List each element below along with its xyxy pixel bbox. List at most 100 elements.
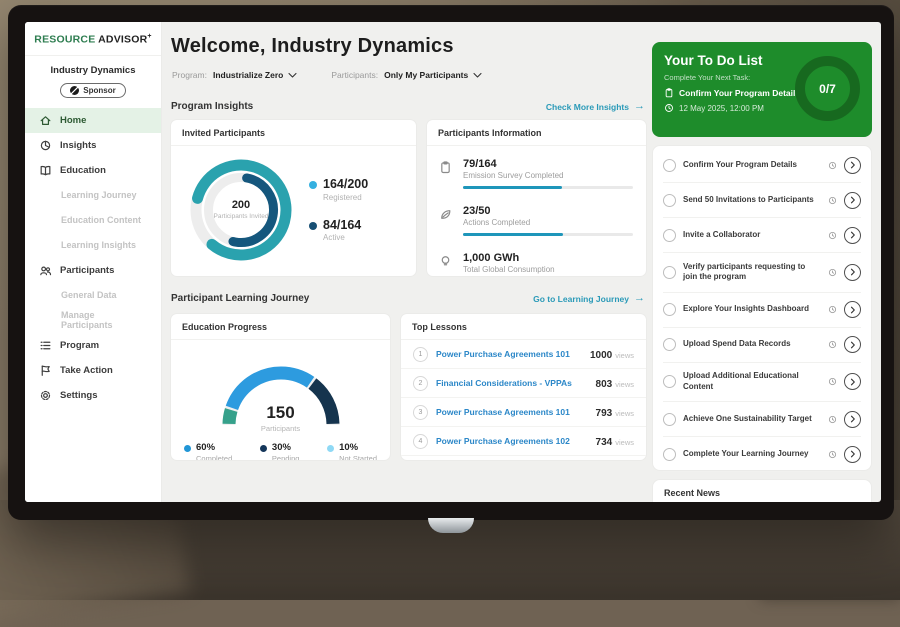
chevron-right-button[interactable]: [844, 336, 861, 353]
task-checkbox[interactable]: [663, 303, 676, 316]
todo-progress-value: 0/7: [819, 82, 836, 96]
clock-icon: [828, 450, 837, 459]
lesson-link[interactable]: Power Purchase Agreements 101: [436, 407, 588, 417]
card-top-lessons: Top Lessons 1 Power Purchase Agreements …: [400, 313, 647, 461]
sidebar-item-label: Learning Insights: [61, 240, 136, 250]
task-row[interactable]: Upload Spend Data Records: [663, 328, 861, 363]
task-row[interactable]: Achieve One Sustainability Target: [663, 402, 861, 437]
chevron-right-button[interactable]: [844, 157, 861, 174]
sidebar-item-label: Learning Journey: [61, 190, 137, 200]
task-label: Upload Additional Educational Content: [683, 371, 821, 393]
task-row[interactable]: Confirm Your Program Details: [663, 148, 861, 183]
sidebar-item-learning-insights[interactable]: Learning Insights: [25, 233, 161, 258]
task-checkbox[interactable]: [663, 413, 676, 426]
stat-value: 1,000 GWh: [463, 252, 634, 264]
insights-icon: [39, 139, 52, 152]
legend-item: 60% Completed: [184, 443, 232, 461]
task-label: Verify participants requesting to join t…: [683, 262, 821, 284]
lesson-views: 1000: [590, 350, 612, 361]
card-education-progress: Education Progress 150 Participants: [170, 313, 391, 461]
chevron-down-icon: [473, 72, 482, 79]
sidebar-item-manage-participants[interactable]: Manage Participants: [25, 308, 161, 333]
sidebar-item-program[interactable]: Program: [25, 333, 161, 358]
sponsor-label: Sponsor: [83, 86, 115, 95]
card-participants-information: Participants Information 79/164 Emission…: [426, 119, 647, 277]
sidebar-item-learning-journey[interactable]: Learning Journey: [25, 183, 161, 208]
legend-label: Pending: [272, 454, 300, 461]
chevron-right-button[interactable]: [844, 301, 861, 318]
chevron-right-button[interactable]: [844, 446, 861, 463]
sponsor-badge: Sponsor: [60, 83, 125, 98]
sidebar-item-settings[interactable]: Settings: [25, 383, 161, 408]
todo-next-task: Confirm Your Program Details: [679, 88, 800, 98]
participants-select[interactable]: Only My Participants: [384, 70, 482, 80]
lesson-rank: 4: [413, 434, 428, 449]
task-row[interactable]: Send 50 Invitations to Participants: [663, 183, 861, 218]
lesson-views: 793: [596, 408, 613, 419]
task-checkbox[interactable]: [663, 338, 676, 351]
task-row[interactable]: Upload Additional Educational Content: [663, 363, 861, 403]
sidebar-item-label: Home: [60, 115, 86, 126]
lesson-link[interactable]: Power Purchase Agreements 102: [436, 436, 588, 446]
section-title-learning-journey: Participant Learning Journey: [171, 293, 309, 304]
check-more-insights-link[interactable]: Check More Insights →: [546, 101, 645, 112]
task-row[interactable]: Invite a Collaborator: [663, 218, 861, 253]
clock-icon: [828, 340, 837, 349]
leaf-icon: [439, 208, 452, 221]
gauge-center-label: Participants: [211, 424, 351, 433]
todo-panel: Your To Do List Complete Your Next Task:…: [652, 42, 872, 137]
lesson-link[interactable]: Power Purchase Agreements 101: [436, 349, 582, 359]
sponsor-icon: [70, 86, 79, 95]
task-row[interactable]: Verify participants requesting to join t…: [663, 253, 861, 293]
sidebar-item-general-data[interactable]: General Data: [25, 283, 161, 308]
sidebar-item-home[interactable]: Home: [25, 108, 161, 133]
sidebar-item-education-content[interactable]: Education Content: [25, 208, 161, 233]
lesson-row: 2 Financial Considerations - VPPAs 803vi…: [401, 369, 646, 398]
legend-item: 10% Not Started: [327, 443, 377, 461]
sidebar-item-participants[interactable]: Participants: [25, 258, 161, 283]
todo-progress-ring: 0/7: [795, 56, 860, 121]
chevron-right-button[interactable]: [844, 411, 861, 428]
chevron-right-button[interactable]: [844, 227, 861, 244]
lesson-list: 1 Power Purchase Agreements 101 1000view…: [401, 340, 646, 461]
card-recent-news: Recent News: [652, 479, 872, 502]
sidebar-item-label: Education: [60, 165, 106, 176]
sidebar-item-label: Participants: [60, 265, 114, 276]
clock-icon: [828, 196, 837, 205]
lesson-link[interactable]: Financial Considerations - VPPAs: [436, 378, 588, 388]
program-select-value: Industrialize Zero: [213, 70, 283, 80]
task-row[interactable]: Complete Your Learning Journey: [663, 437, 861, 472]
chevron-right-button[interactable]: [844, 192, 861, 209]
section-title-program-insights: Program Insights: [171, 101, 253, 112]
program-icon: [39, 339, 52, 352]
task-checkbox[interactable]: [663, 159, 676, 172]
go-to-learning-journey-link[interactable]: Go to Learning Journey →: [533, 293, 645, 304]
task-label: Send 50 Invitations to Participants: [683, 195, 821, 206]
program-select[interactable]: Industrialize Zero: [213, 70, 297, 80]
task-checkbox[interactable]: [663, 375, 676, 388]
sidebar-item-take-action[interactable]: Take Action: [25, 358, 161, 383]
arrow-right-icon: →: [634, 101, 645, 112]
filter-bar: Program: Industrialize Zero Participants…: [172, 70, 482, 80]
task-label: Complete Your Learning Journey: [683, 449, 821, 460]
lesson-views-suffix: views: [615, 409, 634, 418]
task-checkbox[interactable]: [663, 266, 676, 279]
task-checkbox[interactable]: [663, 448, 676, 461]
legend-item: 164/200 Registered: [309, 178, 368, 202]
go-to-learning-journey-label: Go to Learning Journey: [533, 294, 629, 304]
task-checkbox[interactable]: [663, 229, 676, 242]
donut-chart: 200 Participants Invited: [185, 154, 297, 266]
right-panel: Your To Do List Complete Your Next Task:…: [652, 22, 872, 502]
sidebar-item-education[interactable]: Education: [25, 158, 161, 183]
take-action-icon: [39, 364, 52, 377]
chevron-right-button[interactable]: [844, 373, 861, 390]
lesson-views-suffix: views: [615, 438, 634, 447]
legend-dot: [327, 445, 334, 452]
gauge-legend: 60% Completed 30% Pending 10% Not Starte…: [171, 431, 390, 461]
sidebar-item-insights[interactable]: Insights: [25, 133, 161, 158]
task-row[interactable]: Explore Your Insights Dashboard: [663, 293, 861, 328]
sidebar-nav: Home Insights Education Learning Journey…: [25, 108, 161, 408]
bulb-icon: [439, 255, 452, 268]
chevron-right-button[interactable]: [844, 264, 861, 281]
task-checkbox[interactable]: [663, 194, 676, 207]
